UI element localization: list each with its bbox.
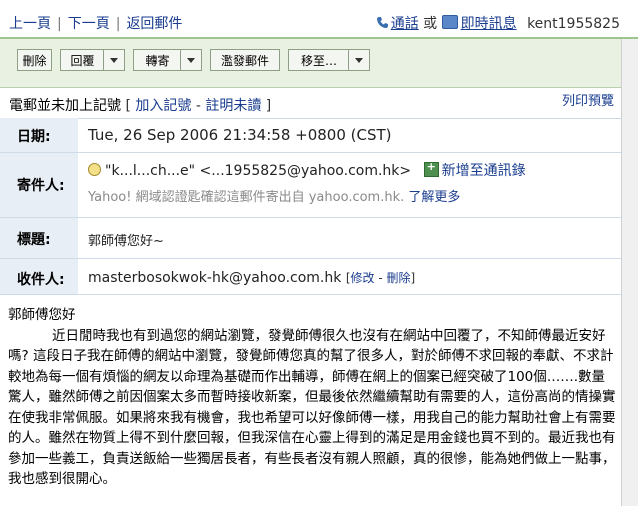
learn-more-link[interactable]: 了解更多 bbox=[408, 190, 460, 205]
verified-text: Yahoo! 網域認證匙確認這郵件寄出自 yahoo.com.hk. bbox=[88, 190, 405, 205]
separator: - bbox=[374, 271, 387, 285]
date-value: Tue, 26 Sep 2006 21:34:58 +0800 (CST) bbox=[88, 126, 392, 144]
instant-message-icon bbox=[441, 15, 458, 29]
bracket: [ bbox=[125, 98, 131, 114]
to-label-cell: 收件人: bbox=[0, 259, 78, 294]
forward-button[interactable]: 轉寄 bbox=[133, 49, 202, 71]
print-preview-link[interactable]: 列印預覽 bbox=[562, 90, 614, 109]
reply-button[interactable]: 回覆 bbox=[60, 49, 125, 71]
body-paragraph: 近日閒時我也有到過您的網站瀏覽，發覺師傅很久也沒有在網站中回覆了，不知師傅最近安… bbox=[8, 327, 616, 488]
top-navigation: 上一頁 | 下一頁 | 返回郵件 通話 或 即時訊息 kent1955825 bbox=[0, 0, 638, 38]
recipient-row: 收件人: masterbosokwok-hk@yahoo.com.hk [修改 … bbox=[0, 259, 622, 295]
mark-unread-link[interactable]: 註明未讀 bbox=[205, 98, 261, 114]
instant-message-link[interactable]: 即時訊息 bbox=[461, 16, 517, 32]
chevron-down-icon[interactable] bbox=[180, 50, 201, 70]
to-address: masterbosokwok-hk@yahoo.com.hk bbox=[88, 270, 342, 286]
mail-toolbar: 刪除 回覆 轉寄 濫發郵件 移至… bbox=[0, 39, 622, 88]
nav-links: 上一頁 | 下一頁 | 返回郵件 bbox=[9, 13, 182, 33]
message-headers: 日期: Tue, 26 Sep 2006 21:34:58 +0800 (CST… bbox=[0, 118, 622, 295]
delete-link[interactable]: 刪除 bbox=[386, 271, 410, 285]
move-to-label: 移至… bbox=[300, 54, 337, 68]
from-label-cell: 寄件人: bbox=[0, 153, 78, 217]
domain-key-verification: Yahoo! 網域認證匙確認這郵件寄出自 yahoo.com.hk. 了解更多 bbox=[88, 186, 622, 205]
from-address: "k...l...ch...e" <...1955825@yahoo.com.h… bbox=[105, 163, 412, 179]
chevron-down-icon[interactable] bbox=[103, 50, 124, 70]
add-contact-link[interactable]: 新增至通訊錄 bbox=[442, 163, 526, 179]
subject-label-cell: 標題: bbox=[0, 218, 78, 258]
from-line: "k...l...ch...e" <...1955825@yahoo.com.h… bbox=[88, 160, 622, 180]
separator: | bbox=[57, 16, 62, 32]
edit-link[interactable]: 修改 bbox=[351, 271, 375, 285]
from-cell: "k...l...ch...e" <...1955825@yahoo.com.h… bbox=[88, 153, 622, 205]
subject-label: 標題: bbox=[17, 232, 51, 248]
from-row: 寄件人: "k...l...ch...e" <...1955825@yahoo.… bbox=[0, 153, 622, 218]
date-label: 日期: bbox=[17, 129, 51, 145]
spam-button[interactable]: 濫發郵件 bbox=[210, 49, 280, 71]
call-link[interactable]: 通話 bbox=[391, 16, 419, 32]
next-page-link[interactable]: 下一頁 bbox=[68, 16, 110, 32]
subject-row: 標題: 郭師傅您好~ bbox=[0, 218, 622, 259]
move-to-dropdown[interactable]: 移至… bbox=[288, 49, 370, 71]
bracket: ] bbox=[410, 271, 416, 285]
greeting: 郭師傅您好 bbox=[8, 307, 76, 323]
smiley-icon[interactable] bbox=[88, 163, 101, 176]
delete-button[interactable]: 刪除 bbox=[17, 49, 52, 71]
not-flagged-text: 電郵並未加上記號 bbox=[9, 98, 121, 114]
to-label: 收件人: bbox=[17, 272, 65, 288]
date-row: 日期: Tue, 26 Sep 2006 21:34:58 +0800 (CST… bbox=[0, 118, 622, 153]
add-contact-icon bbox=[423, 160, 439, 177]
date-label-cell: 日期: bbox=[0, 118, 78, 152]
chevron-down-icon[interactable] bbox=[348, 50, 369, 70]
forward-label: 轉寄 bbox=[145, 54, 170, 68]
separator: - bbox=[195, 98, 201, 114]
separator: | bbox=[115, 16, 121, 32]
subject-value: 郭師傅您好~ bbox=[88, 234, 164, 249]
phone-icon bbox=[376, 17, 388, 28]
back-to-mail-link[interactable]: 返回郵件 bbox=[126, 16, 182, 32]
add-flag-link[interactable]: 加入記號 bbox=[135, 98, 191, 114]
username: kent1955825 bbox=[527, 16, 620, 32]
message-body: 郭師傅您好 近日閒時我也有到過您的網站瀏覽，發覺師傅很久也沒有在網站中回覆了，不… bbox=[8, 305, 618, 490]
contact-actions: 通話 或 即時訊息 kent1955825 bbox=[376, 13, 620, 33]
vertical-scrollbar[interactable] bbox=[621, 39, 638, 506]
from-label: 寄件人: bbox=[17, 178, 65, 194]
or-text: 或 bbox=[423, 16, 438, 32]
prev-page-link[interactable]: 上一頁 bbox=[9, 16, 51, 32]
flag-status: 電郵並未加上記號 [ 加入記號 - 註明未讀 ] bbox=[9, 95, 271, 115]
bracket: ] bbox=[265, 98, 272, 114]
reply-label: 回覆 bbox=[70, 54, 95, 68]
flag-status-bar: 電郵並未加上記號 [ 加入記號 - 註明未讀 ] 列印預覽 bbox=[0, 88, 622, 119]
to-cell: masterbosokwok-hk@yahoo.com.hk [修改 - 刪除] bbox=[88, 259, 622, 286]
